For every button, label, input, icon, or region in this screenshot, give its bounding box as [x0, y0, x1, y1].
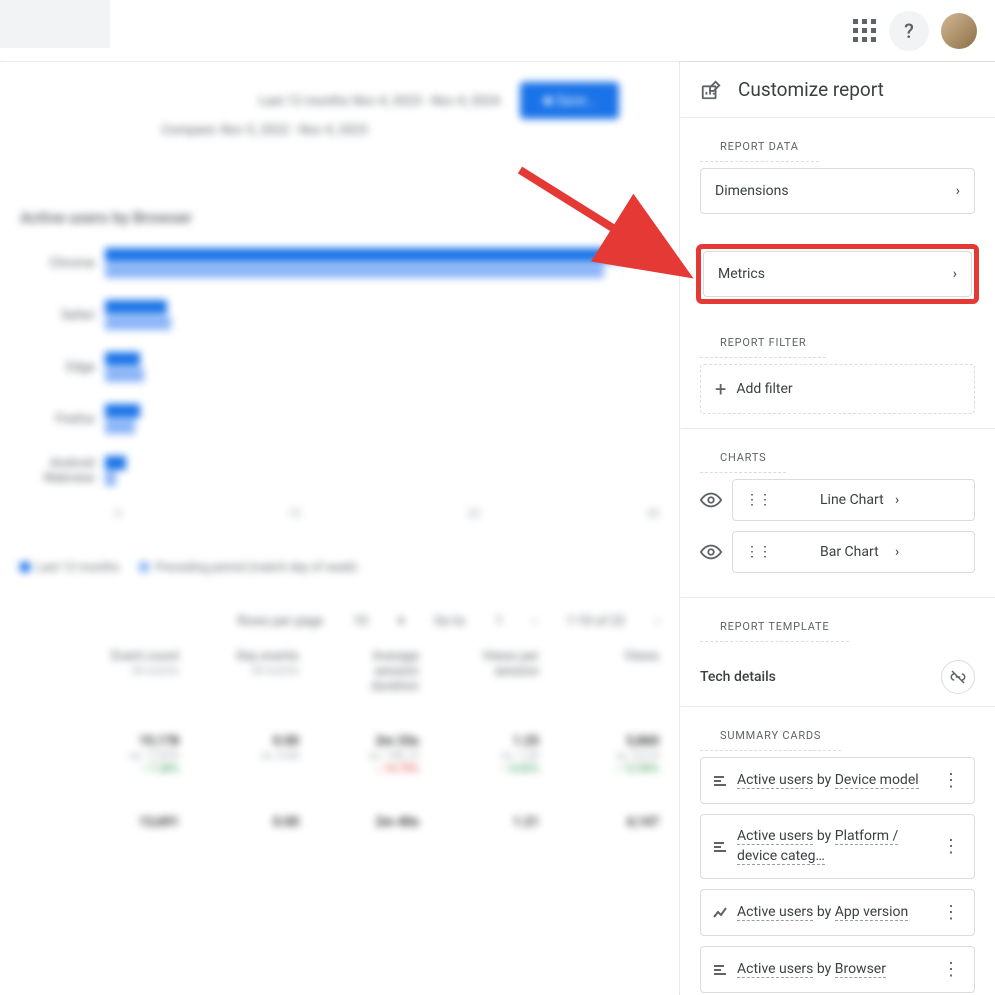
customize-panel: Customize report REPORT DATA Dimensions … — [679, 62, 995, 995]
template-name: Tech details — [700, 669, 776, 685]
date-range-prefix: Last 12 months — [259, 94, 349, 109]
metrics-item[interactable]: Metrics › — [703, 251, 972, 297]
summary-text: Active users by App version — [737, 903, 930, 923]
date-range: Nov 4, 2023 - Nov 4, 2024 — [353, 94, 500, 109]
charts-label: CHARTS — [700, 437, 786, 473]
bar-chart-icon — [711, 962, 729, 978]
panel-header: Customize report — [680, 62, 995, 117]
bar-label: Safari — [20, 308, 105, 323]
report-template-label: REPORT TEMPLATE — [700, 606, 849, 642]
summary-text: Active users by Platform / device categ… — [737, 827, 930, 866]
bar-chart-item[interactable]: ⋮⋮ Bar Chart › — [732, 531, 975, 573]
report-filter-label: REPORT FILTER — [700, 322, 826, 358]
more-menu-icon[interactable]: ⋮ — [938, 959, 964, 980]
summary-cards-label: SUMMARY CARDS — [700, 715, 841, 751]
x-axis: 0152530 — [20, 507, 659, 520]
more-menu-icon[interactable]: ⋮ — [938, 770, 964, 791]
report-preview: Last 12 months Nov 4, 2023 - Nov 4, 2024… — [0, 62, 679, 995]
bar-row: Chrome — [20, 247, 659, 279]
summary-text: Active users by Device model — [737, 771, 930, 791]
summary-card[interactable]: Active users by Device model ⋮ — [700, 757, 975, 804]
help-button[interactable]: ? — [889, 11, 929, 51]
table-row: 19,178vs. 17,876↑ 7.28%0.00vs. 0.002m 33… — [20, 734, 659, 775]
bar-row: Android Webview — [20, 455, 659, 487]
add-filter-label: Add filter — [736, 381, 792, 397]
visibility-icon[interactable] — [700, 541, 722, 563]
chart-legend: Last 12 months Preceding period (match d… — [20, 560, 659, 574]
table-row: 13,6910.002m 40s1.214,147 — [20, 815, 659, 830]
line-chart-icon — [711, 905, 729, 921]
report-data-label: REPORT DATA — [700, 126, 819, 162]
unlink-button[interactable] — [941, 660, 975, 694]
bar-row: Safari — [20, 299, 659, 331]
bar-label: Android Webview — [20, 456, 105, 486]
chevron-right-icon: › — [956, 183, 960, 199]
metrics-highlight: Metrics › — [696, 244, 979, 304]
more-menu-icon[interactable]: ⋮ — [938, 836, 964, 857]
customize-icon — [700, 79, 722, 101]
save-button[interactable]: ■ Save… — [520, 82, 619, 119]
bar-chart-icon — [711, 839, 729, 855]
chevron-right-icon: › — [953, 266, 957, 282]
table-header: Event countAll eventsKey eventsAll event… — [20, 649, 659, 694]
chevron-right-icon: › — [895, 492, 962, 508]
table-controls: Rows per page 10▾ Go to 1 ‹ 1-10 of 22 › — [20, 614, 659, 629]
avatar[interactable] — [941, 13, 977, 49]
visibility-icon[interactable] — [700, 489, 722, 511]
summary-card[interactable]: Active users by Platform / device categ…… — [700, 814, 975, 879]
panel-title: Customize report — [738, 78, 884, 101]
top-left-placeholder — [0, 0, 110, 48]
metrics-label: Metrics — [718, 266, 765, 282]
bar-chart-icon — [711, 773, 729, 789]
line-chart-item[interactable]: ⋮⋮ Line Chart › — [732, 479, 975, 521]
bar-chart-label: Bar Chart — [820, 544, 887, 560]
more-menu-icon[interactable]: ⋮ — [938, 902, 964, 923]
bar-row: Edge — [20, 351, 659, 383]
dimensions-label: Dimensions — [715, 183, 789, 199]
bar-label: Chrome — [20, 256, 105, 271]
bar-row: Firefox — [20, 403, 659, 435]
compare-range: Compare: Nov 5, 2022 - Nov 4, 2023 — [20, 123, 619, 138]
dimensions-item[interactable]: Dimensions › — [700, 168, 975, 214]
drag-handle-icon[interactable]: ⋮⋮ — [745, 544, 812, 560]
summary-text: Active users by Browser — [737, 960, 930, 980]
add-filter-button[interactable]: + Add filter — [700, 364, 975, 414]
line-chart-label: Line Chart — [820, 492, 887, 508]
summary-card[interactable]: Active users by App version ⋮ — [700, 889, 975, 936]
plus-icon: + — [715, 379, 726, 399]
apps-icon[interactable] — [853, 19, 877, 43]
unlink-icon — [949, 668, 967, 686]
chart-title: Active users by Browser — [20, 208, 659, 227]
app-header: ? — [0, 0, 995, 62]
bar-label: Edge — [20, 360, 105, 375]
bar-label: Firefox — [20, 412, 105, 427]
summary-card[interactable]: Active users by Browser ⋮ — [700, 946, 975, 993]
chevron-right-icon: › — [895, 544, 962, 560]
drag-handle-icon[interactable]: ⋮⋮ — [745, 492, 812, 508]
bar-chart: Chrome Safari Edge Firefox Android Webview 0… — [20, 247, 659, 520]
